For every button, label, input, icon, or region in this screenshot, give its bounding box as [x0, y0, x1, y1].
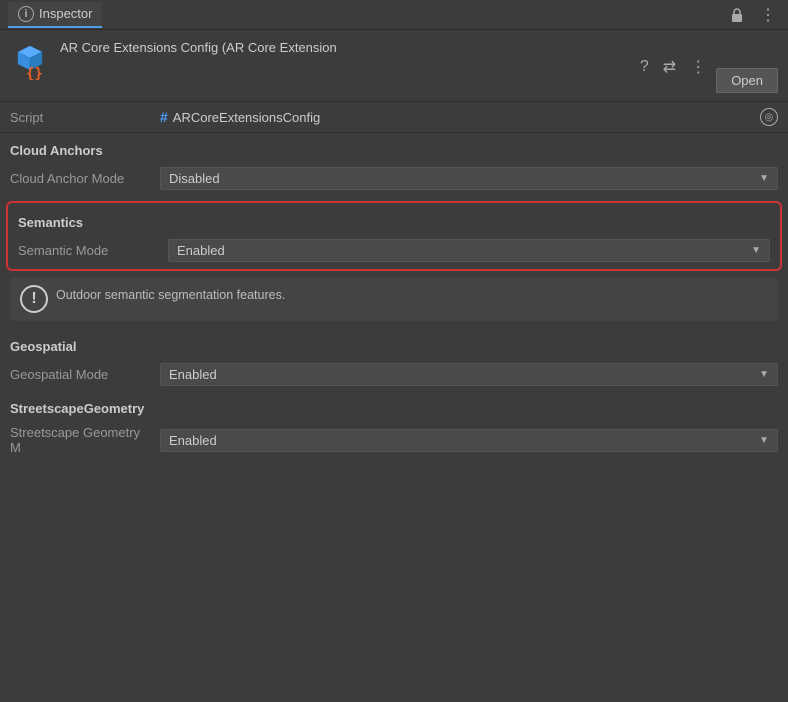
- warning-box: ! Outdoor semantic segmentation features…: [10, 277, 778, 321]
- semantic-dropdown-arrow: ▼: [751, 245, 761, 256]
- section-title-streetscape: StreetscapeGeometry: [0, 391, 788, 420]
- streetscape-dropdown-arrow: ▼: [759, 435, 769, 446]
- warning-icon: !: [20, 285, 48, 313]
- hash-icon: #: [160, 109, 168, 125]
- component-title: AR Core Extensions Config (AR Core Exten…: [60, 38, 626, 57]
- script-row: Script # ARCoreExtensionsConfig ◎: [0, 102, 788, 133]
- script-label: Script: [10, 110, 150, 125]
- section-title-semantics: Semantics: [8, 205, 780, 234]
- component-header: {} AR Core Extensions Config (AR Core Ex…: [0, 30, 788, 102]
- field-row-geospatial-mode: Geospatial Mode Enabled ▼: [0, 358, 788, 391]
- geospatial-mode-dropdown[interactable]: Enabled ▼: [160, 363, 778, 386]
- more-options-button[interactable]: ⋮: [756, 3, 780, 27]
- section-geospatial: Geospatial Geospatial Mode Enabled ▼: [0, 329, 788, 391]
- component-header-actions: ? ⇄ ⋮ Open: [636, 40, 778, 93]
- geospatial-dropdown-arrow: ▼: [759, 369, 769, 380]
- open-button[interactable]: Open: [716, 68, 778, 93]
- field-row-streetscape-mode: Streetscape Geometry M Enabled ▼: [0, 420, 788, 460]
- component-icon: {}: [10, 40, 50, 80]
- component-name: AR Core Extensions Config (AR Core Exten…: [60, 40, 626, 57]
- svg-text:{}: {}: [26, 66, 43, 80]
- semantic-mode-dropdown[interactable]: Enabled ▼: [168, 239, 770, 262]
- inspector-tab[interactable]: i Inspector: [8, 2, 102, 28]
- target-icon[interactable]: ◎: [760, 108, 778, 126]
- section-title-cloud-anchors: Cloud Anchors: [0, 133, 788, 162]
- geospatial-mode-label: Geospatial Mode: [10, 367, 150, 382]
- field-row-cloud-anchor-mode: Cloud Anchor Mode Disabled ▼: [0, 162, 788, 195]
- help-button[interactable]: ?: [636, 56, 653, 78]
- script-value: # ARCoreExtensionsConfig ◎: [160, 108, 778, 126]
- cloud-anchor-mode-label: Cloud Anchor Mode: [10, 171, 150, 186]
- inspector-tab-label: Inspector: [39, 6, 92, 21]
- streetscape-mode-dropdown[interactable]: Enabled ▼: [160, 429, 778, 452]
- component-more-button[interactable]: ⋮: [686, 55, 710, 79]
- semantic-mode-label: Semantic Mode: [18, 243, 158, 258]
- warning-text: Outdoor semantic segmentation features.: [56, 285, 285, 305]
- info-icon: i: [18, 6, 34, 22]
- settings-button[interactable]: ⇄: [659, 55, 680, 79]
- section-semantics: Semantics Semantic Mode Enabled ▼: [6, 201, 782, 271]
- streetscape-mode-label: Streetscape Geometry M: [10, 425, 150, 455]
- tab-bar: i Inspector ⋮: [0, 0, 788, 30]
- tab-bar-actions: ⋮: [726, 3, 780, 27]
- content-area: Script # ARCoreExtensionsConfig ◎ Cloud …: [0, 102, 788, 702]
- cloud-anchor-mode-dropdown[interactable]: Disabled ▼: [160, 167, 778, 190]
- script-name: ARCoreExtensionsConfig: [173, 110, 320, 125]
- dropdown-arrow: ▼: [759, 173, 769, 184]
- section-streetscape: StreetscapeGeometry Streetscape Geometry…: [0, 391, 788, 460]
- section-title-geospatial: Geospatial: [0, 329, 788, 358]
- field-row-semantic-mode: Semantic Mode Enabled ▼: [8, 234, 780, 267]
- section-cloud-anchors: Cloud Anchors Cloud Anchor Mode Disabled…: [0, 133, 788, 195]
- inspector-panel: i Inspector ⋮: [0, 0, 788, 702]
- lock-button[interactable]: [726, 5, 748, 25]
